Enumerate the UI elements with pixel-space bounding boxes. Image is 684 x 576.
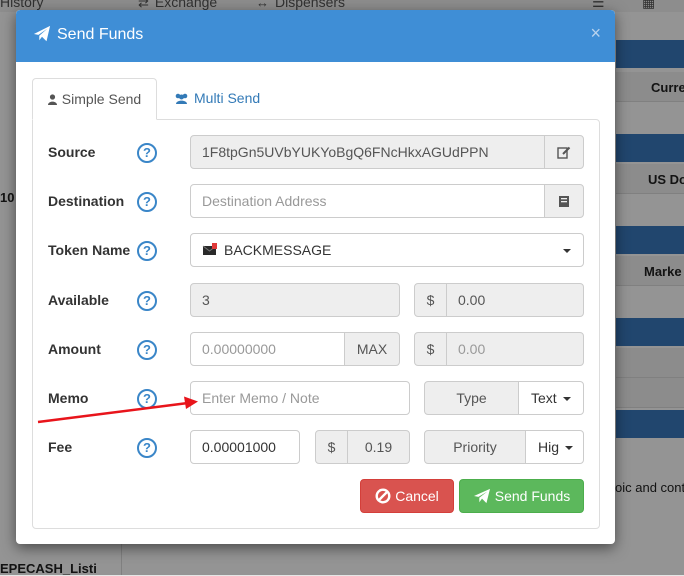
amount-help-icon[interactable]: ? xyxy=(137,340,157,360)
destination-label: Destination xyxy=(48,193,125,209)
source-help-icon[interactable]: ? xyxy=(137,143,157,163)
memo-type-label: Type xyxy=(424,381,519,415)
amount-usd-symbol: $ xyxy=(414,332,447,366)
chevron-down-icon xyxy=(563,249,571,253)
tab-simple-send-label: Simple Send xyxy=(61,91,142,107)
cancel-button[interactable]: Cancel xyxy=(360,479,454,513)
memo-input[interactable]: Enter Memo / Note xyxy=(190,381,410,415)
amount-input[interactable]: 0.00000000 xyxy=(190,332,345,366)
token-select-value: BACKMESSAGE xyxy=(224,242,332,258)
fee-priority-value: Hig xyxy=(538,439,560,455)
memo-type-dropdown[interactable]: Text xyxy=(518,381,584,415)
user-icon xyxy=(47,80,57,120)
send-funds-button[interactable]: Send Funds xyxy=(459,479,584,513)
edit-icon xyxy=(557,146,571,159)
token-select[interactable]: BACKMESSAGE xyxy=(190,233,584,267)
edit-source-button[interactable] xyxy=(544,135,584,169)
memo-help-icon[interactable]: ? xyxy=(137,389,157,409)
send-funds-modal: Send Funds × Simple Send Multi Send Sour… xyxy=(16,10,615,544)
tab-simple-send[interactable]: Simple Send xyxy=(32,78,157,120)
users-icon xyxy=(174,79,189,119)
available-label: Available xyxy=(48,292,109,308)
token-help-icon[interactable]: ? xyxy=(137,241,157,261)
fee-input[interactable]: 0.00001000 xyxy=(190,430,300,464)
send-funds-button-label: Send Funds xyxy=(494,488,571,504)
memo-label: Memo xyxy=(48,390,89,406)
source-label: Source xyxy=(48,144,96,160)
fee-usd-symbol: $ xyxy=(315,430,348,464)
memo-type-value: Text xyxy=(531,390,557,406)
tab-multi-send[interactable]: Multi Send xyxy=(174,78,260,120)
available-usd-value: 0.00 xyxy=(446,283,584,317)
available-balance-field: 3 xyxy=(190,283,400,317)
paper-plane-icon xyxy=(473,488,490,504)
destination-help-icon[interactable]: ? xyxy=(137,192,157,212)
tab-multi-send-label: Multi Send xyxy=(194,90,261,106)
cancel-button-label: Cancel xyxy=(395,488,439,504)
chevron-down-icon xyxy=(565,446,574,451)
modal-header: Send Funds × xyxy=(16,10,615,62)
fee-priority-dropdown[interactable]: Hig xyxy=(525,430,584,464)
address-book-button[interactable] xyxy=(544,184,584,218)
amount-usd-input[interactable]: 0.00 xyxy=(446,332,584,366)
fee-usd-value: 0.19 xyxy=(347,430,410,464)
fee-label: Fee xyxy=(48,439,73,455)
fee-help-icon[interactable]: ? xyxy=(137,438,157,458)
available-help-icon[interactable]: ? xyxy=(137,291,157,311)
fee-priority-label: Priority xyxy=(424,430,526,464)
address-book-icon xyxy=(559,196,569,207)
modal-title: Send Funds xyxy=(57,26,144,43)
destination-address-input[interactable]: Destination Address xyxy=(190,184,545,218)
send-tabs: Simple Send Multi Send xyxy=(32,78,600,120)
max-amount-button[interactable]: MAX xyxy=(344,332,400,366)
amount-label: Amount xyxy=(48,341,101,357)
message-token-icon xyxy=(202,243,217,255)
chevron-down-icon xyxy=(562,397,571,402)
tab-panel xyxy=(32,119,600,529)
available-usd-symbol: $ xyxy=(414,283,447,317)
token-name-label: Token Name xyxy=(48,242,131,258)
close-icon[interactable]: × xyxy=(590,23,601,44)
paper-plane-icon xyxy=(33,25,51,42)
ban-icon xyxy=(375,488,391,504)
source-address-field[interactable]: 1F8tpGn5UVbYUKYoBgQ6FNcHkxAGUdPPN xyxy=(190,135,545,169)
